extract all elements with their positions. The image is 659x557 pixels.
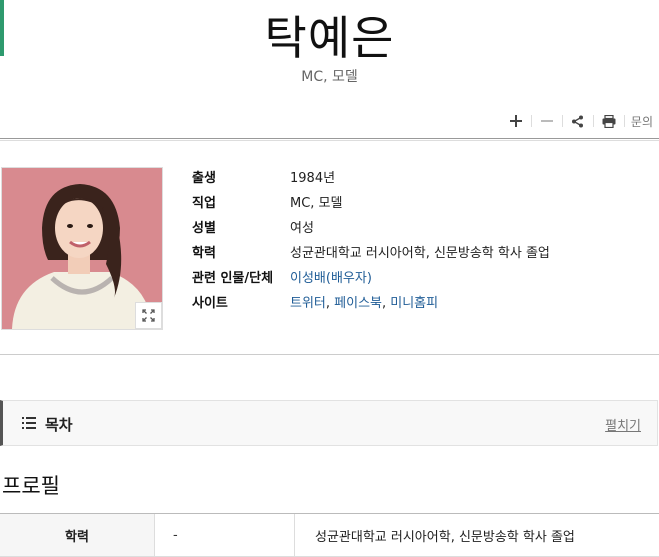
site-separator: , (326, 296, 334, 311)
related-person-link[interactable]: 이성배(배우자) (290, 271, 372, 286)
report-link[interactable]: 문의 (631, 113, 653, 130)
profile-value: 성균관대학교 러시아어학, 신문방송학 학사 졸업 (295, 514, 659, 557)
info-row: 학력 성균관대학교 러시아어학, 신문방송학 학사 졸업 (192, 239, 550, 264)
facebook-link[interactable]: 페이스북 (334, 296, 382, 311)
info-value: 성균관대학교 러시아어학, 신문방송학 학사 졸업 (290, 239, 550, 264)
profile-label: 학력 (0, 514, 155, 557)
share-button[interactable] (563, 111, 593, 131)
info-key: 사이트 (192, 289, 290, 314)
minihompy-link[interactable]: 미니홈피 (390, 296, 438, 311)
print-button[interactable] (594, 111, 624, 131)
info-key: 성별 (192, 214, 290, 239)
info-table: 출생 1984년 직업 MC, 모델 성별 여성 학력 성균관대학교 러시아어학… (192, 164, 550, 314)
header-divider-secondary (0, 140, 659, 141)
info-key: 관련 인물/단체 (192, 264, 290, 289)
info-value: MC, 모델 (290, 189, 550, 214)
plus-icon (510, 115, 522, 127)
list-icon (22, 417, 36, 429)
info-value: 1984년 (290, 164, 550, 189)
info-row: 성별 여성 (192, 214, 550, 239)
toolbar-divider (624, 115, 625, 127)
font-decrease-button[interactable] (532, 111, 562, 131)
table-row: 학력 - 성균관대학교 러시아어학, 신문방송학 학사 졸업 (0, 514, 659, 557)
toolbar: 문의 (501, 111, 653, 131)
profile-photo[interactable] (1, 167, 163, 330)
profile-section-title: 프로필 (2, 470, 60, 500)
info-value: 여성 (290, 214, 550, 239)
info-key: 학력 (192, 239, 290, 264)
info-row: 직업 MC, 모델 (192, 189, 550, 214)
share-icon (571, 115, 584, 128)
font-increase-button[interactable] (501, 111, 531, 131)
info-row-sites: 사이트 트위터, 페이스북, 미니홈피 (192, 289, 550, 314)
info-row-related: 관련 인물/단체 이성배(배우자) (192, 264, 550, 289)
table-of-contents: 목차 펼치기 (0, 400, 658, 446)
expand-icon (142, 309, 155, 322)
minus-icon (541, 115, 553, 127)
info-key: 직업 (192, 189, 290, 214)
info-key: 출생 (192, 164, 290, 189)
page-title: 탁예은 (0, 2, 659, 68)
expand-photo-button[interactable] (135, 302, 162, 329)
header-divider (0, 138, 659, 139)
toc-title: 목차 (45, 414, 73, 435)
info-divider (0, 354, 659, 355)
info-row: 출생 1984년 (192, 164, 550, 189)
toc-expand-link[interactable]: 펼치기 (605, 415, 641, 434)
print-icon (602, 115, 616, 128)
profile-period: - (155, 514, 295, 557)
twitter-link[interactable]: 트위터 (290, 296, 326, 311)
page-subtitle: MC, 모델 (0, 66, 659, 86)
